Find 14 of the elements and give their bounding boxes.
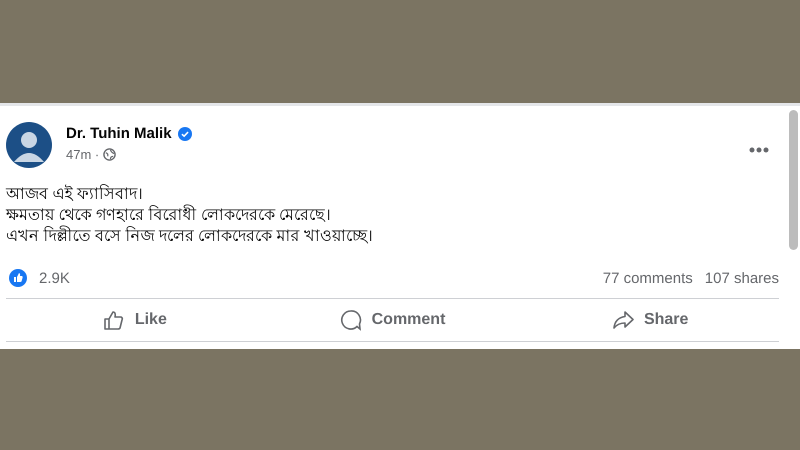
like-reaction-icon bbox=[9, 269, 27, 287]
speech-bubble-icon bbox=[340, 309, 362, 331]
scrollbar[interactable] bbox=[789, 110, 798, 250]
more-options-icon[interactable] bbox=[749, 147, 769, 153]
globe-icon bbox=[103, 148, 116, 161]
share-count[interactable]: 107 shares bbox=[704, 270, 779, 286]
post-text: আজব এই ফ্যাসিবাদ। ক্ষমতায় থেকে গণহারে বিরোধী লোকদেরকে মেরেছে। এখন দিল্লীতে বসে নিজ দলের লোকদেরকে মার খাওয়াচ্ছে। bbox=[6, 184, 374, 247]
comment-count[interactable]: 77 comments bbox=[602, 270, 693, 286]
author-name[interactable]: Dr. Tuhin Malik bbox=[66, 125, 172, 142]
thumbs-up-icon bbox=[102, 309, 125, 331]
post-time[interactable]: 47m · bbox=[66, 147, 100, 162]
reaction-count[interactable]: 2.9K bbox=[39, 270, 70, 286]
avatar-icon bbox=[6, 122, 52, 168]
share-arrow-icon bbox=[612, 309, 634, 331]
